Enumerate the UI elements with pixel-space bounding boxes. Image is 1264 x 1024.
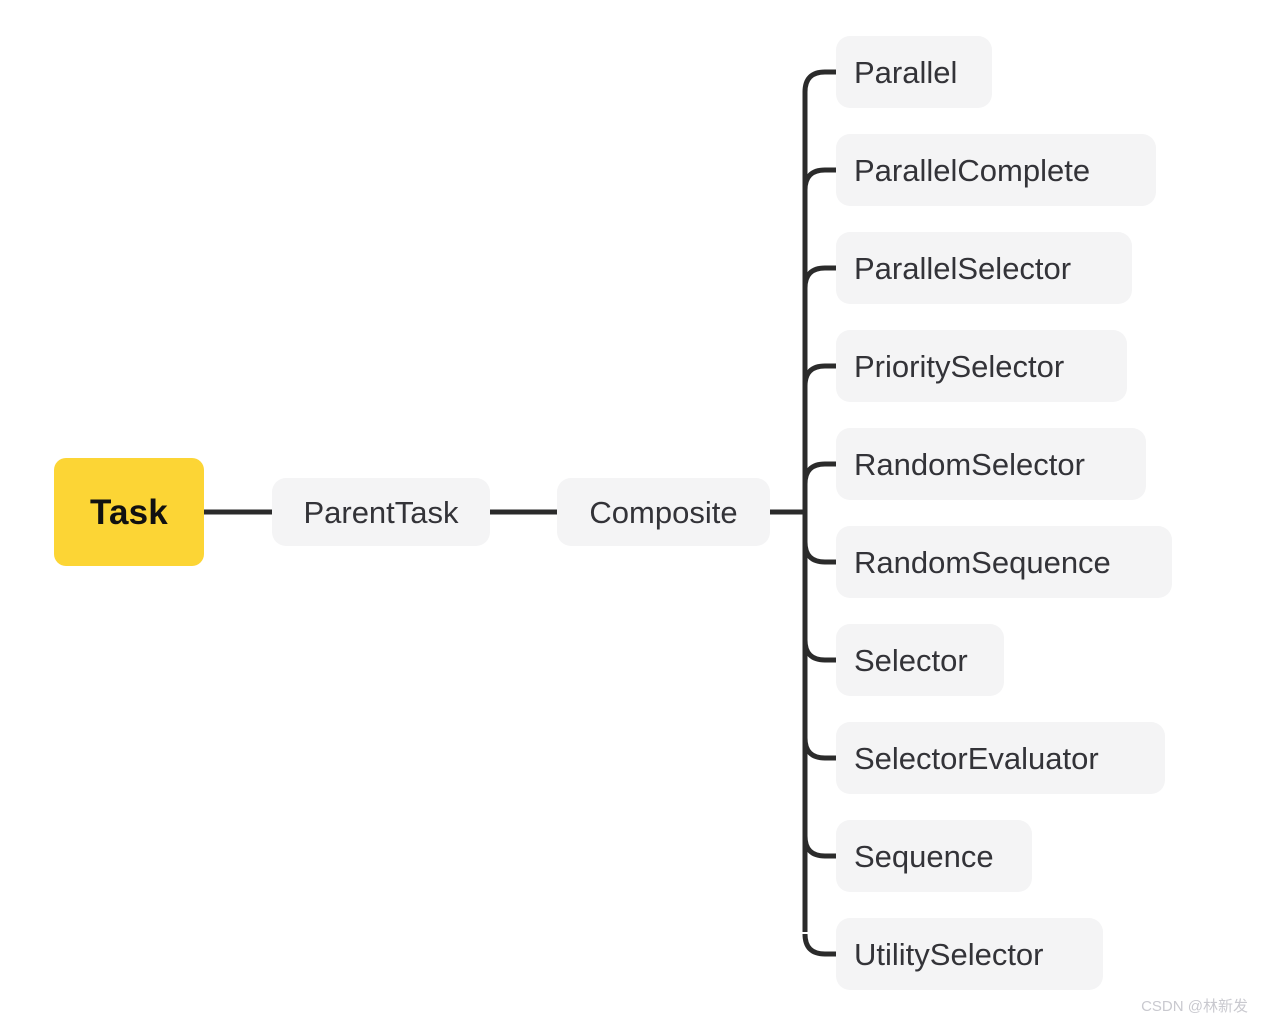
node-root-task[interactable]: Task — [54, 458, 204, 566]
mindmap-diagram: Task ParentTask Composite Parallel Paral… — [0, 0, 1264, 1024]
node-branch-parenttask-label: ParentTask — [303, 494, 459, 530]
node-leaf-parallel[interactable]: Parallel — [836, 36, 992, 108]
node-leaf-sequence-label: Sequence — [854, 838, 994, 874]
node-leaf-parallel-label: Parallel — [854, 54, 958, 90]
node-leaf-parallelcomplete[interactable]: ParallelComplete — [836, 134, 1156, 206]
node-leaf-parallelcomplete-label: ParallelComplete — [854, 152, 1091, 188]
node-branch-composite-label: Composite — [589, 494, 738, 530]
node-leaf-utilityselector-label: UtilitySelector — [854, 936, 1044, 972]
watermark-text: CSDN @林新发 — [1141, 998, 1248, 1015]
node-leaf-priorityselector-label: PrioritySelector — [854, 348, 1065, 384]
node-leaf-utilityselector[interactable]: UtilitySelector — [836, 918, 1103, 990]
node-leaf-parallelselector-label: ParallelSelector — [854, 250, 1072, 286]
node-leaf-parallelselector[interactable]: ParallelSelector — [836, 232, 1132, 304]
node-leaf-selectorevaluator[interactable]: SelectorEvaluator — [836, 722, 1165, 794]
node-leaf-randomselector-label: RandomSelector — [854, 446, 1085, 482]
node-leaf-selector-label: Selector — [854, 642, 968, 678]
node-leaf-randomselector[interactable]: RandomSelector — [836, 428, 1146, 500]
node-leaf-priorityselector[interactable]: PrioritySelector — [836, 330, 1127, 402]
node-leaf-selector[interactable]: Selector — [836, 624, 1004, 696]
node-root-task-label: Task — [90, 492, 168, 532]
node-branch-parenttask[interactable]: ParentTask — [272, 478, 490, 546]
node-leaf-sequence[interactable]: Sequence — [836, 820, 1032, 892]
node-leaf-selectorevaluator-label: SelectorEvaluator — [854, 740, 1099, 776]
node-leaf-randomsequence[interactable]: RandomSequence — [836, 526, 1172, 598]
node-branch-composite[interactable]: Composite — [557, 478, 770, 546]
node-leaf-randomsequence-label: RandomSequence — [854, 544, 1111, 580]
